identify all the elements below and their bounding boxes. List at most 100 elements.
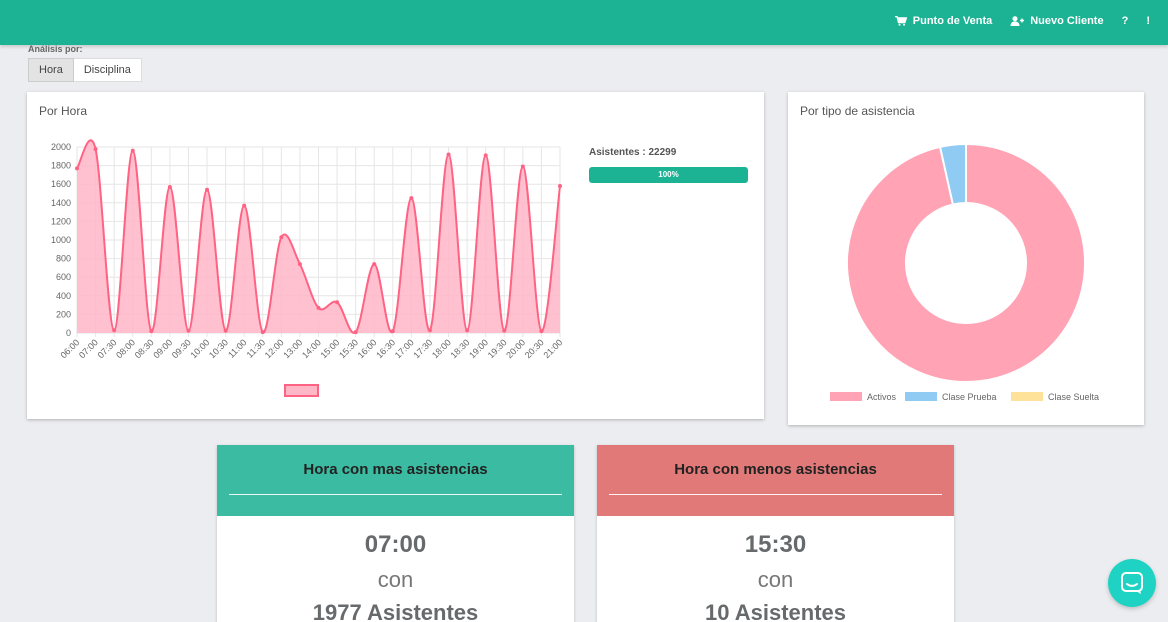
analysis-label: Análisis por: [28,44,83,54]
x-tick-label: 16:30 [374,337,397,360]
y-tick-label: 200 [56,309,71,319]
data-point [279,235,284,240]
low-hour-value: 15:30 [744,531,807,558]
x-tick-label: 20:30 [523,337,546,360]
peak-hour-value: 07:00 [364,531,427,558]
data-point [483,153,488,158]
pos-link[interactable]: Punto de Venta [894,15,993,27]
divider [609,494,942,495]
legend-swatch [905,392,937,401]
data-point [223,328,228,333]
x-tick-label: 15:00 [318,337,341,360]
data-point [130,148,135,153]
data-point [205,187,210,192]
y-tick-label: 1200 [51,216,71,226]
x-tick-label: 11:30 [245,337,268,360]
y-tick-label: 2000 [51,142,71,152]
data-point [446,152,451,157]
legend-label: Clase Prueba [942,392,997,402]
attendance-type-panel: Por tipo de asistencia Activos Clase Prue… [788,92,1144,425]
low-hour-card-header: Hora con menos asistencias [597,445,954,516]
top-nav-actions: Punto de Venta Nuevo Cliente ? ! [894,0,1150,42]
data-point [75,166,79,171]
x-tick-label: 19:00 [467,337,490,360]
legend-swatch [830,392,862,401]
x-tick-label: 10:30 [207,337,230,360]
data-point [112,328,117,333]
chat-launcher-button[interactable] [1108,559,1156,607]
exclamation-icon: ! [1146,15,1150,27]
x-tick-label: 10:00 [188,337,211,360]
x-tick-label: 16:00 [356,337,379,360]
attendees-progress-bar: 100% [589,167,748,183]
y-tick-label: 400 [56,291,71,301]
top-navbar: Punto de Venta Nuevo Cliente ? ! [0,0,1168,45]
peak-hour-card-title: Hora con mas asistencias [303,461,488,478]
data-point [409,196,414,201]
legend-swatch [1011,392,1043,401]
low-hour-card: Hora con menos asistencias 15:30 con 10 … [597,445,954,622]
x-tick-label: 07:00 [77,337,100,360]
attendance-type-donut-chart: Activos Clase Prueba Clase Suelta [830,142,1099,402]
y-tick-label: 1000 [51,235,71,245]
help-button[interactable]: ? [1122,15,1129,27]
data-point [297,262,302,267]
y-tick-label: 1600 [51,179,71,189]
y-tick-label: 600 [56,272,71,282]
pos-label: Punto de Venta [912,15,993,27]
x-tick-label: 08:00 [114,337,137,360]
cart-icon [894,16,907,26]
analysis-option-discipline[interactable]: Disciplina [73,58,142,82]
user-plus-icon [1010,16,1025,26]
data-point [242,203,247,208]
analysis-option-hour[interactable]: Hora [28,58,74,82]
x-tick-label: 17:30 [411,337,434,360]
x-tick-label: 18:30 [449,337,472,360]
y-tick-label: 0 [66,328,71,338]
data-point [520,164,525,169]
data-point [353,330,358,335]
x-tick-label: 14:00 [300,337,323,360]
legend-label: Clase Suelta [1048,392,1099,402]
x-tick-label: 11:00 [226,337,249,360]
data-point [260,330,265,335]
y-tick-label: 1800 [51,161,71,171]
x-tick-label: 21:00 [541,337,564,360]
data-point [465,328,470,333]
peak-hour-card-header: Hora con mas asistencias [217,445,574,516]
x-tick-label: 08:30 [133,337,156,360]
low-hour-card-title: Hora con menos asistencias [674,461,877,478]
legend-label: Activos [867,392,897,402]
legend-swatch [284,384,319,397]
y-tick-label: 800 [56,254,71,264]
data-point [372,262,377,267]
data-point [558,184,562,189]
more-button[interactable]: ! [1146,15,1150,27]
data-point [186,328,191,333]
x-tick-label: 12:00 [263,337,286,360]
x-tick-label: 18:00 [430,337,453,360]
x-tick-label: 07:30 [96,337,119,360]
divider [229,494,562,495]
data-point [502,328,507,333]
data-point [539,329,544,334]
attendees-total: Asistentes : 22299 [589,147,677,158]
data-point [390,329,395,334]
x-tick-label: 20:00 [504,337,527,360]
hourly-area-chart: 0 200 400 600 800 1000 1200 1400 1600 1800 2000 06:… [51,139,564,397]
low-hour-connector: con [757,567,794,592]
x-tick-label: 15:30 [337,337,360,360]
data-point [149,329,154,334]
x-tick-label: 09:00 [151,337,174,360]
data-point [335,300,340,305]
peak-hour-count: 1977 Asistentes [312,600,479,622]
analysis-toggle-group: Hora Disciplina [28,58,142,82]
x-tick-label: 09:30 [170,337,193,360]
new-client-link[interactable]: Nuevo Cliente [1010,15,1104,27]
y-tick-label: 1400 [51,198,71,208]
data-point [167,184,172,189]
data-point [427,328,432,333]
new-client-label: Nuevo Cliente [1030,15,1104,27]
data-point [93,147,98,152]
peak-hour-card: Hora con mas asistencias 07:00 con 1977 … [217,445,574,622]
